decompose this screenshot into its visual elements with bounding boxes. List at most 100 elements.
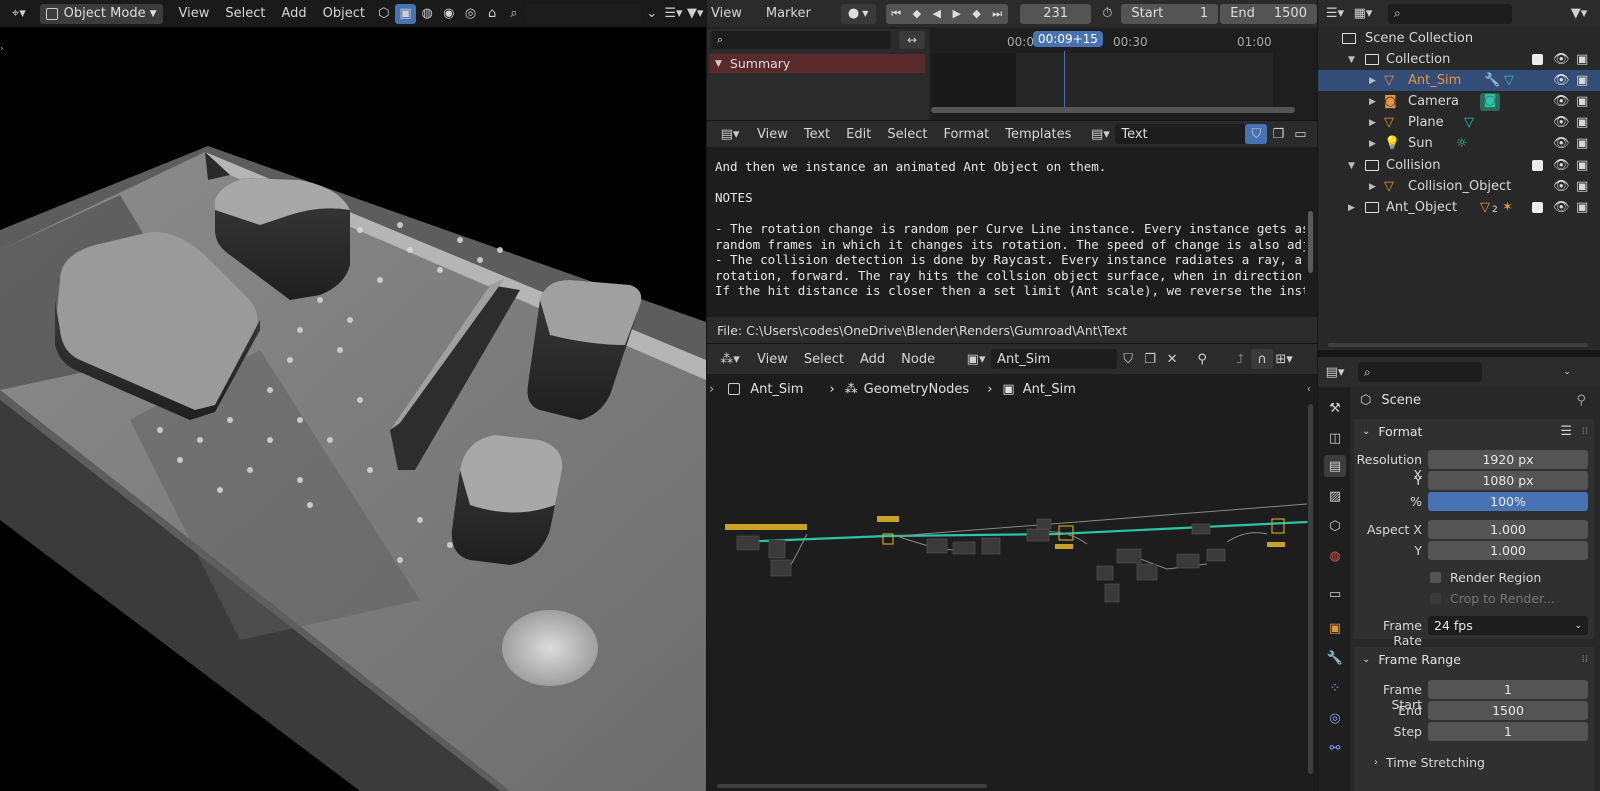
expand-triangle-icon[interactable]: ▶ bbox=[1369, 139, 1376, 149]
camera-render-icon[interactable]: ▣ bbox=[1576, 94, 1588, 109]
drag-handle-icon[interactable]: ⁞⁞ bbox=[1582, 654, 1588, 665]
dope-sheet-area[interactable]: View Marker ● ▼ ⏮ ◆ ◀ ▶ ◆ ⏭ 231 ⏱ Start 1… bbox=[707, 0, 1317, 120]
eye-icon[interactable]: 👁 bbox=[1553, 52, 1570, 67]
jump-end-icon[interactable]: ⏭ bbox=[992, 7, 1002, 21]
node-menu-node[interactable]: Node bbox=[893, 346, 943, 373]
node-region-left-arrow-icon[interactable]: ‹ bbox=[1307, 382, 1311, 395]
editor-type-text-icon[interactable]: ▤▾ bbox=[719, 124, 741, 144]
play-icon[interactable]: ▶ bbox=[952, 7, 960, 20]
channel-search-field[interactable]: ⌕ bbox=[711, 31, 891, 49]
camera-render-icon[interactable]: ▣ bbox=[1576, 200, 1588, 215]
resolution-x-field[interactable]: 1920 px bbox=[1428, 450, 1588, 469]
playback-controls[interactable]: ⏮ ◆ ◀ ▶ ◆ ⏭ bbox=[885, 3, 1009, 24]
drag-handle-icon[interactable]: ⁞⁞ bbox=[1582, 426, 1588, 437]
crop-to-render-checkbox[interactable] bbox=[1430, 593, 1441, 604]
stopwatch-icon[interactable]: ⏱ bbox=[1097, 4, 1117, 24]
viewport-menu-object[interactable]: Object bbox=[315, 0, 373, 27]
snap-target-icon[interactable]: ⊞▾ bbox=[1273, 349, 1295, 369]
text-body[interactable]: And then we instance an animated Ant Obj… bbox=[715, 159, 1305, 309]
collection-tab-icon[interactable]: ▭ bbox=[1324, 583, 1346, 605]
text-datablock-icon[interactable]: ▤▾ bbox=[1089, 124, 1111, 144]
node-tree-icon[interactable]: ▣▾ bbox=[965, 349, 987, 369]
constraints-tab-icon[interactable]: ⚯ bbox=[1324, 737, 1346, 759]
viewport-search-field[interactable] bbox=[524, 3, 641, 24]
display-mode-icon[interactable]: ▦▾ bbox=[1352, 4, 1374, 24]
viewport-menu-add[interactable]: Add bbox=[273, 0, 314, 27]
collapse-triangle-icon[interactable]: ▼ bbox=[1348, 161, 1355, 171]
next-keyframe-icon[interactable]: ◆ bbox=[972, 7, 980, 20]
fake-user-shield-icon[interactable]: ⛉ bbox=[1245, 124, 1268, 144]
viewport-menu-select[interactable]: Select bbox=[217, 0, 273, 27]
node-menu-add[interactable]: Add bbox=[852, 346, 893, 373]
eye-icon[interactable]: 👁 bbox=[1553, 115, 1570, 130]
presets-list-icon[interactable]: ☰ bbox=[1560, 424, 1572, 439]
text-menu-text[interactable]: Text bbox=[796, 121, 838, 148]
eye-icon[interactable]: 👁 bbox=[1553, 94, 1570, 109]
chevron-down-icon[interactable]: ⌄ bbox=[1556, 362, 1578, 382]
camera-render-icon[interactable]: ▣ bbox=[1576, 158, 1588, 173]
snap-icon[interactable]: ∩ bbox=[1251, 349, 1274, 369]
outliner-scene-collection[interactable]: Scene Collection bbox=[1318, 28, 1600, 49]
camera-render-icon[interactable]: ▣ bbox=[1576, 52, 1588, 67]
exclude-checkbox[interactable] bbox=[1532, 160, 1543, 171]
world-tab-icon[interactable]: ◍ bbox=[1324, 545, 1346, 567]
display-mode-icon[interactable]: ☰▾ bbox=[663, 4, 685, 24]
outliner-row-plane[interactable]: ▶ ▽ Plane ▽ 👁 ▣ bbox=[1318, 112, 1600, 133]
output-tab-icon[interactable]: ▤ bbox=[1324, 455, 1346, 477]
parent-node-icon[interactable]: ⮥ bbox=[1229, 349, 1251, 369]
wireframe-shading-icon[interactable]: ⬡ bbox=[373, 4, 395, 24]
frame-start-field[interactable]: 1 bbox=[1428, 680, 1588, 699]
viewport-scene[interactable] bbox=[0, 0, 706, 791]
tool-tab-icon[interactable]: ⚒ bbox=[1324, 397, 1346, 419]
editor-type-node-icon[interactable]: ⁂▾ bbox=[719, 349, 741, 369]
frame-range-panel-header[interactable]: ⌄ Frame Range ⁞⁞ bbox=[1354, 647, 1594, 671]
camera-render-icon[interactable]: ▣ bbox=[1576, 179, 1588, 194]
frame-rate-dropdown[interactable]: 24 fps ⌄ bbox=[1428, 616, 1588, 635]
horizontal-scrollbar[interactable] bbox=[931, 107, 1295, 113]
outliner-row-ant-sim[interactable]: ▶ ▽ Ant_Sim 🔧 ▽ 👁 ▣ bbox=[1318, 70, 1600, 91]
exclude-checkbox[interactable] bbox=[1532, 54, 1543, 65]
outliner-h-scrollbar[interactable] bbox=[1328, 343, 1588, 347]
swap-icon[interactable]: ↔ bbox=[899, 31, 925, 49]
outliner-search-field[interactable]: ⌕ bbox=[1388, 3, 1512, 24]
exclude-checkbox[interactable] bbox=[1532, 202, 1543, 213]
resolution-y-field[interactable]: 1080 px bbox=[1428, 471, 1588, 490]
editor-type-properties-icon[interactable]: ▤▾ bbox=[1324, 362, 1346, 382]
node-h-scrollbar[interactable] bbox=[717, 784, 987, 788]
eye-icon[interactable]: 👁 bbox=[1553, 136, 1570, 151]
globe-icon[interactable]: ◎ bbox=[460, 4, 482, 24]
object-mode-dropdown[interactable]: Object Mode ▼ bbox=[39, 3, 163, 24]
solid-shading-icon[interactable]: ▣ bbox=[394, 3, 417, 24]
summary-channel[interactable]: ▼ Summary bbox=[709, 54, 925, 73]
prev-keyframe-icon[interactable]: ◆ bbox=[913, 7, 921, 20]
text-menu-select[interactable]: Select bbox=[879, 121, 935, 148]
viewport-left-arrow-icon[interactable]: › bbox=[0, 44, 4, 54]
node-menu-view[interactable]: View bbox=[749, 346, 796, 373]
outliner-row-sun[interactable]: ▶ 💡 Sun ☼ 👁 ▣ bbox=[1318, 133, 1600, 154]
modifier-tab-icon[interactable]: 🔧 bbox=[1324, 647, 1346, 669]
particles-tab-icon[interactable]: ⁘ bbox=[1324, 677, 1346, 699]
play-reverse-icon[interactable]: ◀ bbox=[933, 7, 941, 20]
expand-triangle-icon[interactable]: ▶ bbox=[1369, 76, 1376, 86]
scene-tab-icon[interactable]: ⬡ bbox=[1324, 515, 1346, 537]
outliner-row-camera[interactable]: ▶ ◙ Camera ◙ 👁 ▣ bbox=[1318, 91, 1600, 112]
node-graph[interactable] bbox=[707, 494, 1307, 694]
expand-triangle-icon[interactable]: ▶ bbox=[1369, 97, 1376, 107]
camera-render-icon[interactable]: ▣ bbox=[1576, 115, 1588, 130]
pin-icon[interactable]: ⚲ bbox=[1576, 393, 1586, 408]
node-editor-area[interactable]: ⁂▾ View Select Add Node ▣▾ Ant_Sim ⛉ ❐ ✕… bbox=[707, 344, 1317, 791]
start-frame-field[interactable]: Start 1 bbox=[1121, 3, 1219, 24]
3d-viewport[interactable]: ⌖▾ Object Mode ▼ View Select Add Object … bbox=[0, 0, 706, 791]
outliner-row-collection[interactable]: ▼ Collection 👁 ▣ bbox=[1318, 49, 1600, 70]
aspect-y-field[interactable]: 1.000 bbox=[1428, 541, 1588, 560]
current-frame-field[interactable]: 231 bbox=[1020, 3, 1092, 24]
search-icon[interactable]: ⌕ bbox=[503, 4, 525, 24]
collapse-triangle-icon[interactable]: ▼ bbox=[1348, 55, 1355, 65]
aspect-x-field[interactable]: 1.000 bbox=[1428, 520, 1588, 539]
keying-dropdown[interactable]: ● ▼ bbox=[840, 3, 876, 24]
duplicate-icon[interactable]: ❐ bbox=[1139, 349, 1161, 369]
collapse-icon[interactable]: ⌄ bbox=[641, 4, 663, 24]
open-folder-icon[interactable]: ▭ bbox=[1289, 124, 1311, 144]
pin-icon[interactable]: ⚲ bbox=[1191, 349, 1213, 369]
object-tab-icon[interactable]: ▣ bbox=[1324, 617, 1346, 639]
